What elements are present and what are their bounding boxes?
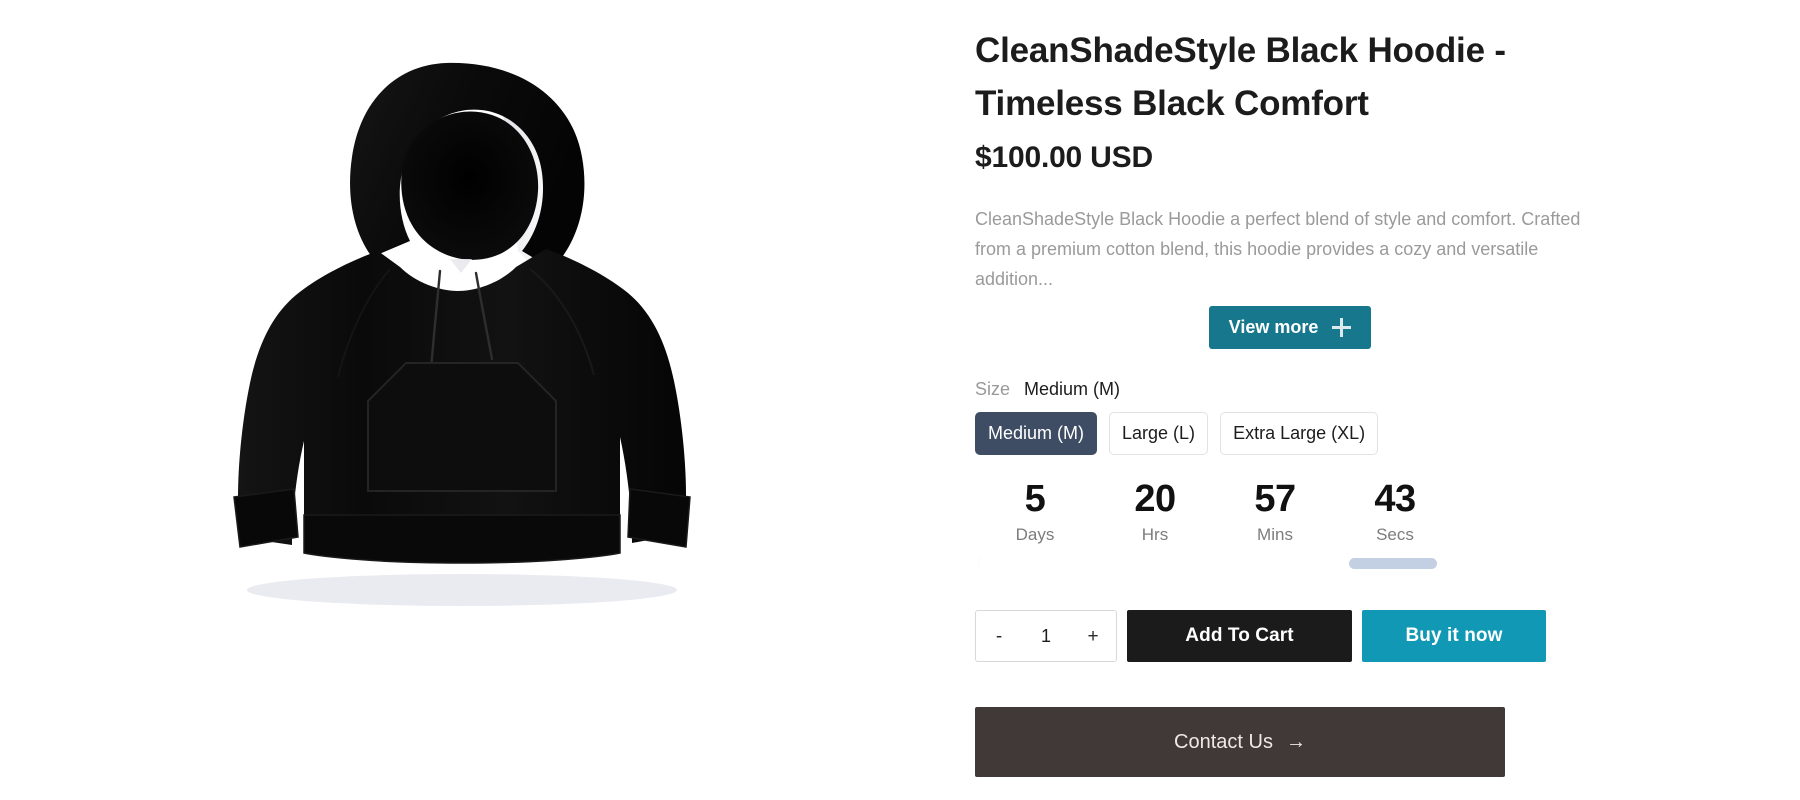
add-to-cart-button[interactable]: Add To Cart <box>1127 610 1352 662</box>
size-legend: Size Medium (M) <box>975 377 1675 401</box>
quantity-value[interactable]: 1 <box>1016 626 1076 646</box>
plus-icon <box>1332 317 1352 337</box>
product-gallery <box>0 0 960 800</box>
view-more-row: View more <box>975 306 1605 349</box>
hoodie-cuff-right <box>627 488 691 548</box>
size-selector: Size Medium (M) Medium (M) Large (L) Ext… <box>975 377 1675 455</box>
hoodie-waistband <box>303 514 621 564</box>
image-shadow-bottom <box>247 574 677 606</box>
countdown-minutes-value: 57 <box>1254 478 1296 520</box>
hoodie-hood-opening <box>401 111 539 260</box>
product-info-panel: CleanShadeStyle Black Hoodie - Timeless … <box>960 0 1800 800</box>
contact-us-label: Contact Us <box>1174 731 1273 753</box>
hoodie-pocket <box>367 362 557 492</box>
view-more-label: View more <box>1228 317 1319 337</box>
countdown-subrow: ( <box>975 552 1495 574</box>
countdown-minutes-label: Mins <box>1257 525 1293 544</box>
product-description: CleanShadeStyle Black Hoodie a perfect b… <box>975 209 1581 289</box>
product-image-hoodie[interactable] <box>200 45 760 645</box>
countdown-unit-minutes: 57 Mins <box>1215 477 1335 546</box>
product-image-stage[interactable] <box>0 0 960 690</box>
product-page: CleanShadeStyle Black Hoodie - Timeless … <box>0 0 1800 800</box>
countdown-unit-seconds: 43 Secs <box>1335 477 1455 546</box>
product-title: CleanShadeStyle Black Hoodie - Timeless … <box>975 31 1506 123</box>
countdown-unit-days: 5 Days <box>975 477 1095 546</box>
quantity-decrement-button[interactable]: - <box>982 611 1016 661</box>
size-option-large[interactable]: Large (L) <box>1109 412 1209 455</box>
countdown-days-label: Days <box>1015 525 1055 544</box>
arrow-right-icon: → <box>1285 731 1306 753</box>
countdown-hours-value: 20 <box>1134 478 1176 520</box>
countdown-seconds-value: 43 <box>1374 478 1416 520</box>
countdown-timer: 5 Days 20 Hrs 57 Mins 43 Secs <box>975 477 1455 546</box>
size-options: Medium (M) Large (L) Extra Large (XL) <box>975 412 1675 455</box>
countdown-hours-label: Hrs <box>1141 525 1169 544</box>
size-option-medium[interactable]: Medium (M) <box>975 412 1098 455</box>
purchase-row: - 1 + Add To Cart Buy it now <box>975 610 1675 662</box>
contact-us-button[interactable]: Contact Us → <box>975 707 1505 777</box>
size-option-extra-large[interactable]: Extra Large (XL) <box>1220 412 1379 455</box>
view-more-button[interactable]: View more <box>1208 306 1372 349</box>
faint-glyph: ( <box>977 553 982 570</box>
quantity-increment-button[interactable]: + <box>1076 611 1110 661</box>
countdown-unit-hours: 20 Hrs <box>1095 477 1215 546</box>
countdown-days-value: 5 <box>1024 478 1046 520</box>
hoodie-neck-notch <box>450 259 472 273</box>
countdown-seconds-label: Secs <box>1376 525 1414 544</box>
loading-skeleton-bar <box>1349 558 1437 569</box>
quantity-stepper[interactable]: - 1 + <box>975 610 1117 662</box>
product-price: $100.00 USD <box>975 141 1153 174</box>
hoodie-cuff-left <box>233 488 299 548</box>
buy-it-now-button[interactable]: Buy it now <box>1362 610 1546 662</box>
size-label: Size <box>975 379 1011 399</box>
size-selected-value: Medium (M) <box>1024 379 1121 399</box>
